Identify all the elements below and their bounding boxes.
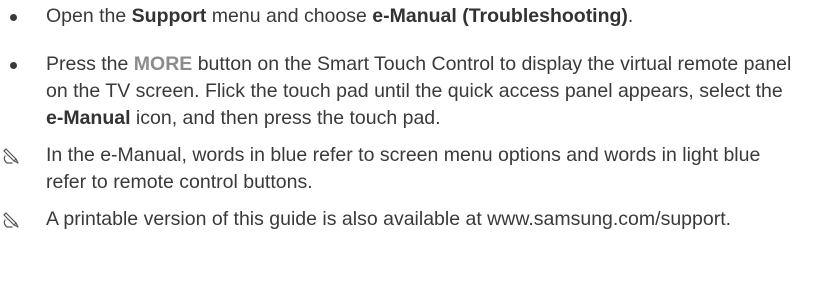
- text-segment: Press the: [46, 53, 134, 75]
- instruction-bullet-support-menu: Open the Support menu and choose e-Manua…: [0, 3, 814, 30]
- text-segment: icon, and then press the touch pad.: [130, 107, 441, 129]
- note-text: In the e-Manual, words in blue refer to …: [46, 144, 761, 193]
- menu-option-emanual-troubleshooting: e-Manual (Troubleshooting): [372, 5, 628, 27]
- text-segment: menu and choose: [206, 5, 373, 27]
- note-color-legend: In the e-Manual, words in blue refer to …: [0, 142, 814, 196]
- icon-name-emanual: e-Manual: [46, 107, 131, 129]
- remote-button-more: MORE: [133, 53, 193, 75]
- note-printable-version: A printable version of this guide is als…: [0, 206, 814, 233]
- instruction-bullet-more-button: Press the MORE button on the Smart Touch…: [0, 51, 814, 132]
- manual-page: Open the Support menu and choose e-Manua…: [0, 3, 814, 282]
- text-segment: Open the: [46, 5, 132, 27]
- menu-name-support: Support: [131, 5, 207, 27]
- note-text: A printable version of this guide is als…: [46, 208, 732, 230]
- text-segment: .: [627, 5, 634, 27]
